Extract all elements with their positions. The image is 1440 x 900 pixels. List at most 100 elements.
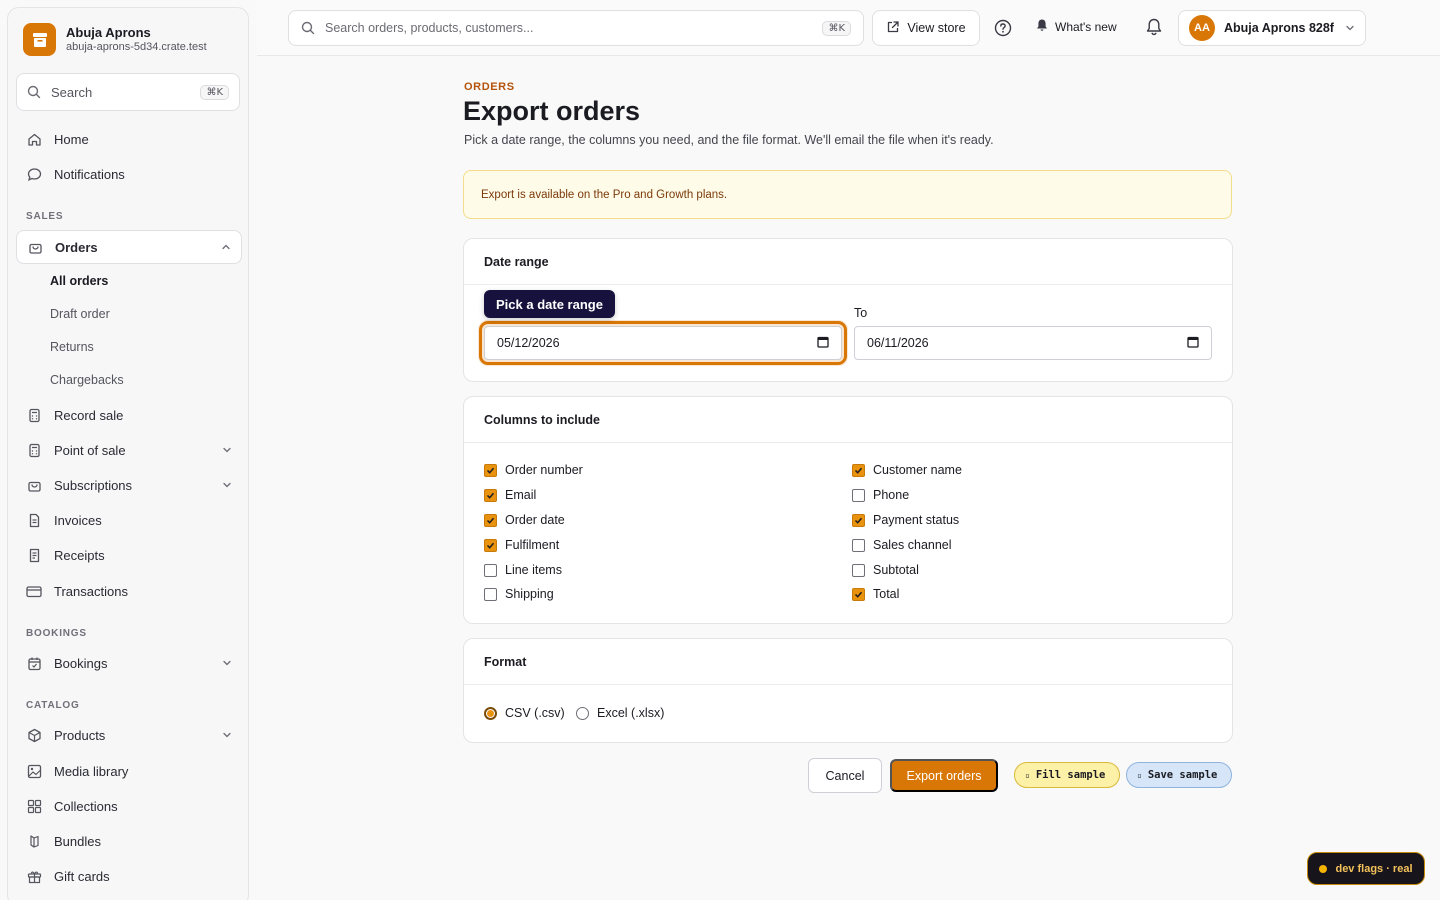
plan-alert-text: Export is available on the Pro and Growt… (481, 188, 728, 201)
checkbox[interactable] (852, 538, 865, 552)
column-checkbox-phone[interactable]: Phone (852, 488, 909, 502)
column-checkbox-sales-channel[interactable]: Sales channel (852, 538, 952, 552)
radio[interactable] (484, 706, 497, 720)
checkbox-label: Total (873, 587, 900, 601)
store-logo-icon (23, 23, 56, 56)
sidebar-item-media-library[interactable]: Media library (16, 754, 242, 788)
plan-alert: Export is available on the Pro and Growt… (463, 170, 1232, 219)
date-from-input[interactable]: 05/12/2026 (479, 321, 847, 365)
calendar-icon[interactable] (1187, 336, 1199, 351)
sidebar-item-label: Collections (54, 798, 118, 814)
global-search-input[interactable]: Search orders, products, customers... ⌘K (288, 10, 864, 46)
page-description: Pick a date range, the columns you need,… (464, 133, 994, 147)
sidebar-item-receipts[interactable]: Receipts (16, 538, 242, 572)
user-menu[interactable]: AA Abuja Aprons 828f (1178, 10, 1366, 46)
checkbox[interactable] (852, 563, 865, 577)
format-heading: Format (464, 639, 1232, 685)
sidebar-item-bundles[interactable]: Bundles (16, 824, 242, 858)
export-orders-button[interactable]: Export orders (890, 759, 998, 792)
format-radio-csv[interactable]: CSV (.csv) (484, 706, 565, 720)
sidebar-item-orders[interactable]: Orders (16, 230, 242, 264)
whats-new-label: What's new (1055, 19, 1117, 34)
sidebar-search[interactable]: Search ⌘K (16, 73, 240, 111)
sidebar-item-label: Bookings (54, 655, 108, 671)
column-checkbox-order-date[interactable]: Order date (484, 513, 565, 527)
user-name: Abuja Aprons 828f (1224, 21, 1334, 35)
sidebar-item-collections[interactable]: Collections (16, 789, 242, 823)
global-search-shortcut: ⌘K (822, 20, 851, 36)
date-range-tooltip: Pick a date range (484, 290, 615, 318)
sidebar-item-label: Gift cards (54, 868, 110, 884)
calculator-icon (26, 442, 42, 458)
column-checkbox-subtotal[interactable]: Subtotal (852, 563, 919, 577)
help-icon[interactable] (993, 18, 1013, 38)
sidebar-item-record-sale[interactable]: Record sale (16, 398, 242, 432)
column-checkbox-fulfilment[interactable]: Fulfilment (484, 538, 559, 552)
bell-filled-icon (1035, 18, 1049, 35)
sidebar-item-bookings[interactable]: Bookings (16, 646, 242, 680)
checkbox-label: Order number (505, 463, 583, 477)
column-checkbox-order-number[interactable]: Order number (484, 463, 583, 477)
calendar-icon[interactable] (817, 336, 829, 351)
save-sample-button[interactable]: ▫ Save sample (1126, 762, 1232, 788)
fill-sample-button[interactable]: ▫ Fill sample (1014, 762, 1120, 788)
shopping-bag-icon (26, 477, 42, 493)
sidebar-subitem-chargebacks[interactable]: Chargebacks (50, 373, 124, 387)
checkbox-label: Fulfilment (505, 538, 560, 552)
sidebar-item-notifications[interactable]: Notifications (16, 157, 242, 191)
checkbox[interactable] (484, 563, 497, 577)
format-radio-xlsx[interactable]: Excel (.xlsx) (576, 706, 664, 720)
view-store-button[interactable]: View store (872, 10, 980, 46)
checkbox[interactable] (852, 513, 865, 527)
sidebar-subitem-draft-order[interactable]: Draft order (50, 307, 110, 321)
chevron-down-icon (1345, 21, 1355, 36)
global-search-placeholder: Search orders, products, customers... (325, 21, 534, 35)
date-to-input[interactable]: 06/11/2026 (854, 326, 1212, 360)
date-range-heading: Date range (464, 239, 1232, 285)
column-checkbox-payment-status[interactable]: Payment status (852, 513, 959, 527)
checkbox[interactable] (484, 538, 497, 552)
sidebar-item-label: Transactions (54, 583, 128, 599)
column-checkbox-customer-name[interactable]: Customer name (852, 463, 962, 477)
column-checkbox-email[interactable]: Email (484, 488, 536, 502)
credit-card-icon (26, 583, 42, 599)
checkbox[interactable] (484, 488, 497, 502)
sidebar-item-transactions[interactable]: Transactions (16, 574, 242, 608)
column-checkbox-shipping[interactable]: Shipping (484, 587, 554, 601)
sidebar-section-sales: SALES (26, 211, 64, 222)
checkbox[interactable] (852, 488, 865, 502)
sidebar-item-invoices[interactable]: Invoices (16, 503, 242, 537)
sidebar-item-label: Products (54, 727, 106, 743)
sidebar-item-products[interactable]: Products (16, 718, 242, 752)
sidebar-subitem-returns[interactable]: Returns (50, 340, 94, 354)
checkbox-label: Line items (505, 563, 562, 577)
sidebar-section-bookings: BOOKINGS (26, 628, 87, 639)
sidebar-item-subscriptions[interactable]: Subscriptions (16, 468, 242, 502)
sidebar-item-gift-cards[interactable]: Gift cards (16, 859, 242, 893)
square-icon: ▫ (1137, 770, 1142, 780)
notifications-bell-icon[interactable] (1144, 17, 1164, 37)
brand[interactable]: Abuja Aprons abuja-aprons-5d34.crate.tes… (23, 23, 207, 56)
chevron-down-icon (222, 728, 232, 743)
checkbox[interactable] (852, 463, 865, 477)
sidebar-item-point-of-sale[interactable]: Point of sale (16, 433, 242, 467)
radio[interactable] (576, 706, 589, 720)
checkbox[interactable] (484, 587, 497, 601)
format-card: Format (463, 638, 1233, 743)
box-icon (26, 727, 42, 743)
column-checkbox-line-items[interactable]: Line items (484, 563, 562, 577)
radio-label: Excel (.xlsx) (597, 706, 665, 720)
whats-new-button[interactable]: What's new (1035, 18, 1117, 35)
sidebar-subitem-all-orders[interactable]: All orders (50, 274, 108, 288)
checkbox[interactable] (484, 463, 497, 477)
sidebar-item-label: Point of sale (54, 442, 126, 458)
cancel-button[interactable]: Cancel (808, 758, 882, 793)
sidebar-item-label: Receipts (54, 547, 105, 563)
topbar: Search orders, products, customers... ⌘K… (257, 0, 1440, 56)
checkbox[interactable] (484, 513, 497, 527)
checkbox[interactable] (852, 587, 865, 601)
column-checkbox-total[interactable]: Total (852, 587, 899, 601)
sidebar-item-home[interactable]: Home (16, 122, 242, 156)
dev-flags-badge[interactable]: dev flags · real (1307, 852, 1425, 885)
checkbox-label: Order date (505, 513, 565, 527)
